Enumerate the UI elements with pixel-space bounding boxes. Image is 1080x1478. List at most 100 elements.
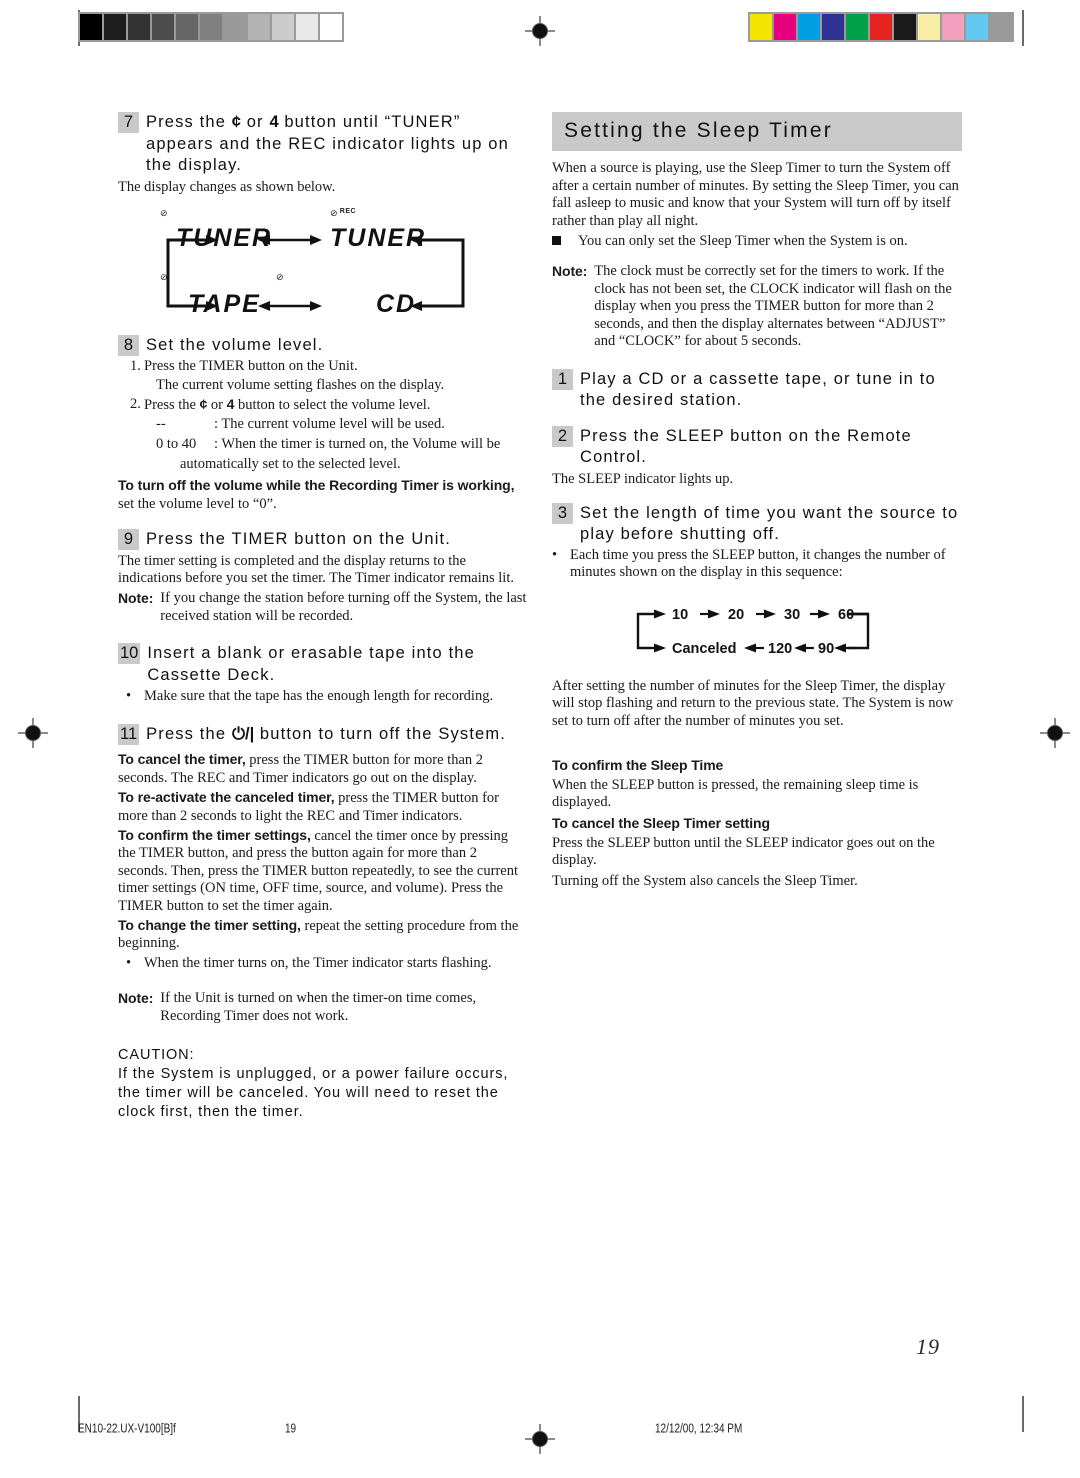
color-patch-9 — [966, 14, 988, 40]
tip-reactivate-timer-bold: To re-activate the canceled timer, — [118, 789, 335, 806]
substep-2-text: Press the ¢ or 4 button to select the vo… — [144, 395, 431, 413]
step-7: 7 Press the ¢ or 4 button until “TUNER” … — [118, 112, 528, 177]
gray-patch-7 — [248, 14, 270, 40]
source-cycle-display: ⊘ ⊘ REC TUNER TUNER ⊘ ⊘ TAPE CD — [118, 208, 528, 322]
step-8-tip-bold: To turn off the volume while the Recordi… — [118, 477, 515, 494]
sleep-after-sequence: After setting the number of minutes for … — [552, 677, 954, 729]
volume-label-default: -- — [156, 416, 166, 433]
color-patch-8 — [942, 14, 964, 40]
clock-indicator-top-left: ⊘ — [160, 208, 168, 219]
step-8: 8 Set the volume level. — [118, 335, 528, 357]
step-7-number: 7 — [118, 112, 139, 133]
sleep-timer-sequence: 10 20 30 60 Canceled 120 90 — [552, 598, 962, 670]
step-11: 11 Press the ⏻/| button to turn off the … — [118, 723, 528, 746]
sleep-cancel-body: Press the SLEEP button until the SLEEP i… — [552, 834, 935, 869]
volume-value-range-cont: automatically set to the selected level. — [180, 455, 401, 472]
color-patch-2 — [798, 14, 820, 40]
sleep-step-3-heading: Set the length of time you want the sour… — [580, 503, 959, 544]
sleep-step-3: 3 Set the length of time you want the so… — [552, 502, 962, 546]
tip-bullet-row: • When the timer turns on, the Timer ind… — [118, 955, 528, 973]
step-11-number: 11 — [118, 723, 140, 745]
clock-indicator-bottom-left: ⊘ — [160, 272, 168, 283]
color-control-patches — [748, 12, 1014, 42]
display-word-tuner-left: TUNER — [176, 224, 273, 253]
grayscale-step-wedge — [78, 12, 344, 42]
step-8-substeps-2: 2. Press the ¢ or 4 button to select the… — [118, 396, 528, 415]
sleep-step-1-heading: Play a CD or a cassette tape, or tune in… — [580, 369, 936, 410]
clock-icon: ⊘ — [330, 208, 338, 219]
sequence-arrows — [636, 609, 870, 653]
footer-page: 19 — [285, 1422, 297, 1437]
sleep-note-label: Note: — [552, 262, 588, 279]
display-word-tuner-right: TUNER — [330, 224, 427, 253]
volume-row-default: -- : The current volume level will be us… — [118, 416, 528, 434]
skip-forward-symbol: ¢ — [199, 395, 208, 412]
sequence-value-30: 30 — [784, 606, 801, 623]
tip-change-setting-bold: To change the timer setting, — [118, 916, 301, 933]
color-patch-4 — [846, 14, 868, 40]
step-8-heading: Set the volume level. — [146, 336, 324, 355]
step-8-number: 8 — [118, 335, 139, 357]
sleep-note-text: The clock must be correctly set for the … — [594, 262, 952, 350]
sequence-value-canceled: Canceled — [672, 640, 737, 657]
caution-title: CAUTION: — [118, 1046, 195, 1063]
sleep-step-2-body: The SLEEP indicator lights up. — [552, 470, 734, 487]
power-standby-icon: ⏻/| — [231, 724, 255, 743]
clock-indicator-bottom-right: ⊘ — [276, 272, 284, 283]
step-9: 9 Press the TIMER button on the Unit. — [118, 529, 528, 551]
registration-mark-top — [525, 16, 555, 46]
section-banner: Setting the Sleep Timer — [552, 112, 962, 151]
sleep-confirm-title: To confirm the Sleep Time — [552, 757, 962, 775]
sleep-step-1: 1 Play a CD or a cassette tape, or tune … — [552, 368, 962, 412]
sleep-step-2-heading: Press the SLEEP button on the Remote Con… — [580, 426, 912, 467]
gray-patch-3 — [152, 14, 174, 40]
sleep-square-bullet-row: You can only set the Sleep Timer when th… — [552, 233, 962, 251]
volume-value-default: : The current volume level will be used. — [214, 416, 445, 433]
tip-change-setting: To change the timer setting, repeat the … — [118, 917, 528, 953]
color-patch-0 — [750, 14, 772, 40]
footer-file: EN10-22.UX-V100[B]f — [78, 1422, 176, 1437]
manual-page: 7 Press the ¢ or 4 button until “TUNER” … — [0, 0, 1080, 1478]
bullet-icon: • — [126, 688, 132, 705]
sequence-value-120: 120 — [768, 640, 793, 657]
registration-mark-left — [18, 718, 48, 748]
color-patch-10 — [990, 14, 1012, 40]
color-patch-7 — [918, 14, 940, 40]
volume-label-range: 0 to 40 — [156, 435, 197, 452]
sleep-step-3-bullet: Each time you press the SLEEP button, it… — [570, 546, 946, 581]
bullet-icon: • — [552, 546, 558, 563]
step-9-note: Note: If you change the station before t… — [118, 590, 528, 625]
tip-confirm-settings: To confirm the timer settings, cancel th… — [118, 827, 528, 915]
tip-cancel-timer: To cancel the timer, press the TIMER but… — [118, 751, 528, 787]
step-8-tip: To turn off the volume while the Recordi… — [118, 477, 528, 513]
sleep-intro: When a source is playing, use the Sleep … — [552, 160, 959, 229]
step-9-number: 9 — [118, 529, 139, 551]
gray-patch-8 — [272, 14, 294, 40]
gray-patch-1 — [104, 14, 126, 40]
registration-mark-right — [1040, 718, 1070, 748]
gray-patch-5 — [200, 14, 222, 40]
gray-patch-0 — [80, 14, 102, 40]
footer-timestamp: 12/12/00, 12:34 PM — [655, 1422, 743, 1437]
left-column: 7 Press the ¢ or 4 button until “TUNER” … — [118, 112, 528, 1122]
step-7-caption: The display changes as shown below. — [118, 178, 336, 195]
print-footer: EN10-22.UX-V100[B]f 19 12/12/00, 12:34 P… — [0, 1422, 1080, 1444]
rec-indicator-label: REC — [339, 208, 357, 216]
final-note-text: If the Unit is turned on when the timer-… — [160, 990, 477, 1024]
substep-1: 1. Press the TIMER button on the Unit. — [118, 358, 528, 376]
final-note: Note: If the Unit is turned on when the … — [118, 990, 528, 1025]
sleep-step-3-bullet-row: • Each time you press the SLEEP button, … — [552, 547, 962, 582]
sleep-step-3-number: 3 — [552, 502, 573, 524]
color-patch-3 — [822, 14, 844, 40]
skip-forward-symbol: ¢ — [231, 113, 241, 131]
step-8-substeps: 1. Press the TIMER button on the Unit. — [118, 358, 528, 376]
substep-1-marker: 1. — [130, 357, 141, 374]
sleep-confirm-title-text: To confirm the Sleep Time — [552, 756, 724, 773]
crop-mark-top-right — [1022, 10, 1024, 46]
tip-cancel-timer-bold: To cancel the timer, — [118, 751, 246, 768]
color-patch-1 — [774, 14, 796, 40]
step-9-heading: Press the TIMER button on the Unit. — [146, 530, 451, 549]
display-word-cd: CD — [376, 290, 417, 319]
tip-bullet-text: When the timer turns on, the Timer indic… — [144, 954, 492, 971]
color-patch-5 — [870, 14, 892, 40]
